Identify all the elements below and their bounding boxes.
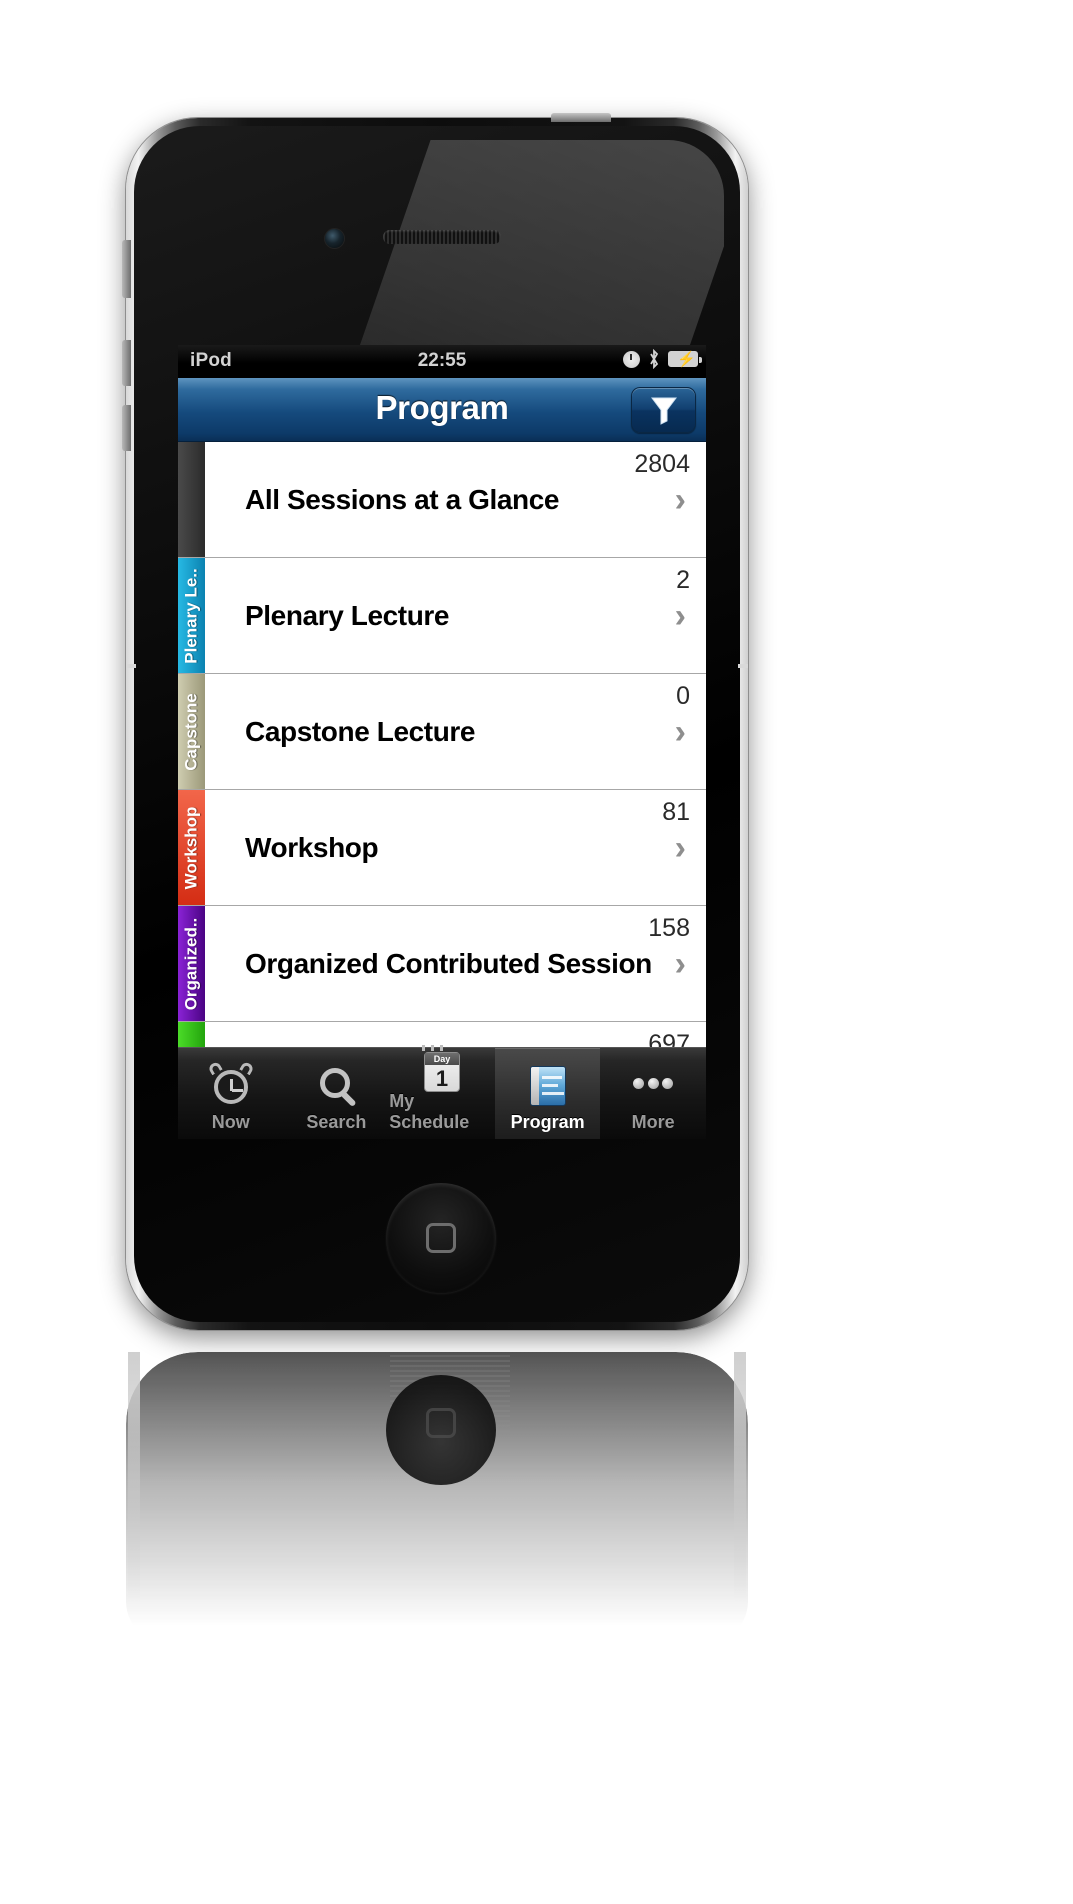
row-category-tab: Capstone [178,674,205,789]
row-category-tab-label: Capstone [181,692,201,771]
antenna-gap-right [738,664,748,668]
front-camera-icon [325,229,344,248]
funnel-filter-icon [650,397,677,425]
tab-now[interactable]: Now [178,1048,284,1139]
alarm-clock-icon [205,1060,257,1110]
battery-charging-icon: ⚡ [668,351,702,368]
row-category-tab: Workshop [178,790,205,905]
bluetooth-icon [648,348,660,370]
row-title: Organized Contributed Session [245,947,652,979]
row-count: 0 [676,682,690,710]
tab-my-schedule[interactable]: Day 1 My Schedule [389,1045,495,1139]
chevron-right-icon: › [674,944,686,983]
home-button-square-icon [426,1223,456,1253]
table-row[interactable]: 697 [178,1022,706,1047]
chevron-right-icon: › [674,828,686,867]
phone-reflection-home-square [426,1408,456,1438]
tab-program[interactable]: Program [494,1048,601,1139]
row-body[interactable]: 158 Organized Contributed Session › [205,906,706,1021]
chevron-right-icon: › [674,712,686,751]
volume-down-button[interactable] [122,405,131,451]
device-screen: iPod 22:55 ⚡ Program 2804 All Sessions a… [178,345,706,1139]
row-body[interactable]: 2804 All Sessions at a Glance › [205,442,706,557]
row-title: All Sessions at a Glance [245,483,560,515]
volume-up-button[interactable] [122,340,131,386]
row-category-tab [178,1022,205,1047]
row-category-tab: Organized.. [178,906,205,1021]
row-category-tab-label: Organized.. [181,917,201,1010]
bottom-tab-bar[interactable]: Now Search Day 1 My Schedule Program Mor… [178,1045,706,1139]
calendar-day-number: 1 [435,1066,449,1091]
phone-reflection-edge-left [128,1352,140,1602]
table-row[interactable]: Plenary Le.. 2 Plenary Lecture › [178,558,706,674]
row-count: 2804 [634,450,690,478]
antenna-gap-left [126,664,136,668]
tab-search[interactable]: Search [284,1048,390,1139]
row-title: Workshop [245,831,379,863]
row-body[interactable]: 81 Workshop › [205,790,706,905]
row-count: 158 [648,914,690,942]
tab-my-schedule-label: My Schedule [389,1091,470,1132]
phone-reflection-edge-right [734,1352,746,1602]
tab-more[interactable]: More [600,1048,706,1139]
row-category-tab-label: Plenary Le.. [181,567,201,664]
notebook-icon [522,1062,574,1110]
session-category-list[interactable]: 2804 All Sessions at a Glance › Plenary … [178,442,706,1047]
row-title: Capstone Lecture [245,715,476,747]
filter-button[interactable] [631,387,696,433]
table-row[interactable]: Organized.. 158 Organized Contributed Se… [178,906,706,1022]
row-count: 81 [662,798,690,826]
ellipsis-icon [627,1062,679,1110]
calendar-rings-icon [421,1045,446,1051]
magnifier-icon [310,1062,362,1110]
row-body[interactable]: 2 Plenary Lecture › [205,558,706,673]
tab-more-label: More [631,1112,675,1132]
row-title: Plenary Lecture [245,599,450,631]
calendar-day-icon: Day 1 [416,1045,468,1092]
alarm-clock-icon [623,350,640,368]
status-icons: ⚡ [623,348,702,370]
table-row[interactable]: Workshop 81 Workshop › [178,790,706,906]
status-bar: iPod 22:55 ⚡ [178,345,706,378]
silent-switch[interactable] [122,240,131,298]
chevron-right-icon: › [674,596,686,635]
table-row[interactable]: Capstone 0 Capstone Lecture › [178,674,706,790]
row-body[interactable]: 0 Capstone Lecture › [205,674,706,789]
power-button[interactable] [551,113,611,122]
page-title: Program [375,389,509,426]
earpiece-speaker [383,230,501,244]
row-category-tab [178,442,205,557]
calendar-head-label: Day [424,1053,459,1065]
row-count: 697 [648,1030,690,1047]
row-category-tab-label: Workshop [181,806,201,889]
tab-program-label: Program [510,1112,585,1132]
navigation-bar: Program [178,378,706,442]
tab-now-label: Now [211,1112,250,1132]
row-category-tab: Plenary Le.. [178,558,205,673]
row-body[interactable]: 697 [205,1022,706,1047]
table-row[interactable]: 2804 All Sessions at a Glance › [178,442,706,558]
row-count: 2 [676,566,690,594]
chevron-right-icon: › [674,480,686,519]
tab-search-label: Search [306,1112,367,1132]
